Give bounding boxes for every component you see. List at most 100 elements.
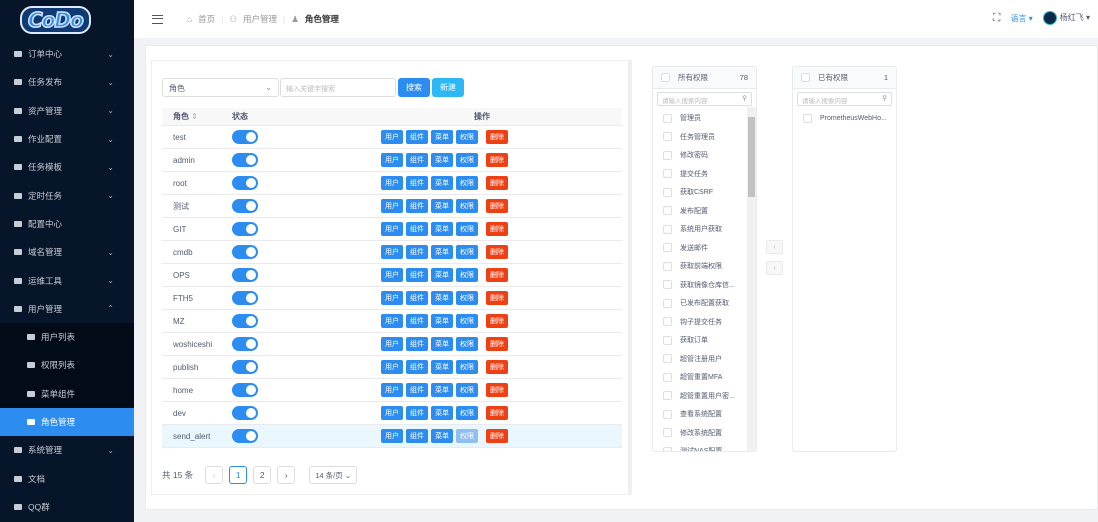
page-size-select[interactable]: 14 条/页 ⌄ <box>309 466 358 484</box>
users-button[interactable]: 用户 <box>381 153 403 167</box>
delete-button[interactable]: 删除 <box>486 291 508 305</box>
list-item[interactable]: 任务管理员 <box>653 128 756 147</box>
components-button[interactable]: 组件 <box>406 268 428 282</box>
checkbox[interactable] <box>663 317 672 327</box>
permissions-button[interactable]: 权限 <box>456 199 478 213</box>
permissions-button[interactable]: 权限 <box>456 406 478 420</box>
move-right-button[interactable]: › <box>766 261 783 275</box>
checkbox[interactable] <box>663 372 672 382</box>
sidebar-item[interactable]: 运维工具 ⌄ <box>0 266 134 294</box>
sidebar-item[interactable]: 文档 <box>0 464 134 492</box>
delete-button[interactable]: 删除 <box>486 199 508 213</box>
scrollbar[interactable] <box>747 107 756 451</box>
checkbox[interactable] <box>663 243 672 253</box>
status-toggle[interactable] <box>232 130 258 144</box>
status-toggle[interactable] <box>232 199 258 213</box>
permissions-button[interactable]: 权限 <box>456 337 478 351</box>
users-button[interactable]: 用户 <box>381 360 403 374</box>
list-item[interactable]: 修改密码 <box>653 146 756 165</box>
list-item[interactable]: 发布配置 <box>653 202 756 221</box>
components-button[interactable]: 组件 <box>406 153 428 167</box>
checkbox[interactable] <box>663 354 672 364</box>
list-item[interactable]: 获取镜像仓库信... <box>653 276 756 295</box>
status-toggle[interactable] <box>232 176 258 190</box>
list-item[interactable]: 查看系统配置 <box>653 405 756 424</box>
list-item[interactable]: 测试NAS配置 <box>653 442 756 451</box>
menus-button[interactable]: 菜单 <box>431 176 453 190</box>
list-item[interactable]: 获取前端权限 <box>653 257 756 276</box>
menus-button[interactable]: 菜单 <box>431 429 453 443</box>
create-button[interactable]: 新建 <box>432 78 464 97</box>
logo[interactable]: CoDo <box>0 0 134 40</box>
menus-button[interactable]: 菜单 <box>431 360 453 374</box>
list-item[interactable]: 超管重置MFA <box>653 368 756 387</box>
page-1[interactable]: 1 <box>229 466 248 484</box>
checkbox[interactable] <box>663 428 672 438</box>
status-toggle[interactable] <box>232 383 258 397</box>
checkbox[interactable] <box>663 280 672 290</box>
permissions-button[interactable]: 权限 <box>456 429 478 443</box>
components-button[interactable]: 组件 <box>406 222 428 236</box>
permissions-button[interactable]: 权限 <box>456 245 478 259</box>
select-all-checkbox[interactable] <box>801 73 810 82</box>
checkbox[interactable] <box>663 113 672 123</box>
sidebar-item[interactable]: 作业配置 ⌄ <box>0 125 134 153</box>
components-button[interactable]: 组件 <box>406 245 428 259</box>
list-item[interactable]: PrometheusWebHo... <box>793 109 896 128</box>
users-button[interactable]: 用户 <box>381 268 403 282</box>
checkbox[interactable] <box>663 298 672 308</box>
users-button[interactable]: 用户 <box>381 245 403 259</box>
components-button[interactable]: 组件 <box>406 314 428 328</box>
delete-button[interactable]: 删除 <box>486 176 508 190</box>
menus-button[interactable]: 菜单 <box>431 383 453 397</box>
move-left-button[interactable]: ‹ <box>766 240 783 254</box>
components-button[interactable]: 组件 <box>406 130 428 144</box>
sidebar-item[interactable]: 资产管理 ⌄ <box>0 97 134 125</box>
delete-button[interactable]: 删除 <box>486 130 508 144</box>
next-page-button[interactable]: › <box>277 466 296 484</box>
menus-button[interactable]: 菜单 <box>431 199 453 213</box>
sidebar-item[interactable]: 用户列表 <box>0 323 134 351</box>
components-button[interactable]: 组件 <box>406 360 428 374</box>
status-toggle[interactable] <box>232 429 258 443</box>
menus-button[interactable]: 菜单 <box>431 337 453 351</box>
users-button[interactable]: 用户 <box>381 429 403 443</box>
list-item[interactable]: 系统用户获取 <box>653 220 756 239</box>
permissions-button[interactable]: 权限 <box>456 360 478 374</box>
delete-button[interactable]: 删除 <box>486 245 508 259</box>
column-role[interactable]: 角色 ⇕ <box>162 111 232 122</box>
split-divider[interactable] <box>629 60 632 495</box>
components-button[interactable]: 组件 <box>406 383 428 397</box>
sidebar-item[interactable]: 权限列表 <box>0 351 134 379</box>
users-button[interactable]: 用户 <box>381 222 403 236</box>
status-toggle[interactable] <box>232 222 258 236</box>
sidebar-item[interactable]: 订单中心 ⌄ <box>0 40 134 68</box>
sidebar-item[interactable]: 域名管理 ⌄ <box>0 238 134 266</box>
menus-button[interactable]: 菜单 <box>431 406 453 420</box>
menus-button[interactable]: 菜单 <box>431 245 453 259</box>
status-toggle[interactable] <box>232 291 258 305</box>
user-dropdown[interactable]: 杨红飞 ▾ <box>1042 11 1090 25</box>
permissions-button[interactable]: 权限 <box>456 176 478 190</box>
delete-button[interactable]: 删除 <box>486 360 508 374</box>
users-button[interactable]: 用户 <box>381 383 403 397</box>
sidebar-item[interactable]: 定时任务 ⌄ <box>0 181 134 209</box>
permissions-button[interactable]: 权限 <box>456 314 478 328</box>
components-button[interactable]: 组件 <box>406 199 428 213</box>
sidebar-item[interactable]: 角色管理 <box>0 407 134 437</box>
breadcrumb-home[interactable]: 首页 <box>198 13 215 25</box>
search-button[interactable]: 搜索 <box>398 78 430 97</box>
sidebar-item[interactable]: 任务模板 ⌄ <box>0 153 134 181</box>
components-button[interactable]: 组件 <box>406 337 428 351</box>
sidebar-item[interactable]: 系统管理 ⌄ <box>0 436 134 464</box>
checkbox[interactable] <box>803 113 812 123</box>
prev-page-button[interactable]: ‹ <box>205 466 224 484</box>
permissions-button[interactable]: 权限 <box>456 222 478 236</box>
page-2[interactable]: 2 <box>253 466 272 484</box>
delete-button[interactable]: 删除 <box>486 337 508 351</box>
checkbox[interactable] <box>663 206 672 216</box>
menus-button[interactable]: 菜单 <box>431 291 453 305</box>
fullscreen-icon[interactable]: ⛶ <box>993 12 1001 25</box>
delete-button[interactable]: 删除 <box>486 429 508 443</box>
permissions-button[interactable]: 权限 <box>456 153 478 167</box>
